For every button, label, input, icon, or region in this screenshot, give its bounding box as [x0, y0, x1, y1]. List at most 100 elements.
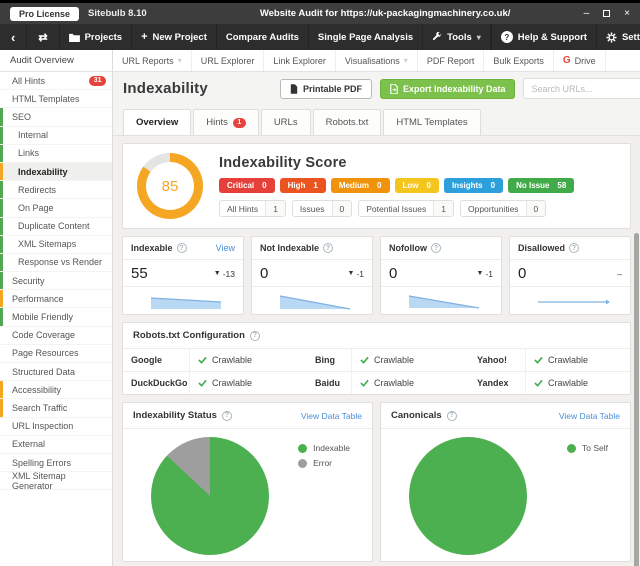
sidebar-item-xml-sitemaps[interactable]: XML Sitemaps	[0, 235, 112, 254]
pill-opportunities[interactable]: Opportunities 0	[459, 200, 547, 217]
view-data-table-link[interactable]: View Data Table	[559, 411, 620, 421]
bot-name: Yandex	[469, 371, 525, 394]
metric-change: ▼ -1	[476, 268, 494, 279]
minimize-button[interactable]: –	[584, 8, 590, 19]
search-input[interactable]	[531, 83, 640, 94]
nav-visualisations[interactable]: Visualisations ▾	[336, 50, 418, 71]
sidebar-item-all-hints[interactable]: All Hints 31	[0, 72, 112, 91]
toolbar-item-new-project[interactable]: + New Project	[132, 24, 217, 50]
metric-value: 55	[131, 265, 148, 282]
badge-low[interactable]: Low 0	[394, 178, 439, 193]
trend-down-icon: ▼	[213, 270, 221, 277]
sidebar-item-xml-sitemap-generator[interactable]: XML Sitemap Generator	[0, 471, 112, 491]
indexability-status-pie	[151, 437, 269, 555]
main-content: URL Reports ▾ URL Explorer Link Explorer …	[113, 50, 640, 566]
tab-urls[interactable]: URLs	[260, 109, 311, 135]
metric-card-nofollow: Nofollow? 0 ▼ -1	[380, 236, 502, 315]
app-window: Pro License Sitebulb 8.10 Website Audit …	[0, 0, 640, 566]
toolbar-item-compare-audits[interactable]: Compare Audits	[217, 24, 309, 50]
nav-url-reports[interactable]: URL Reports ▾	[113, 50, 192, 71]
badge-high[interactable]: High 1	[279, 178, 326, 193]
toolbar-item-tools[interactable]: Tools ▾	[423, 24, 491, 50]
sidebar-item-performance[interactable]: Performance	[0, 290, 112, 309]
toolbar-item-projects[interactable]: Projects	[60, 24, 133, 50]
indexability-status-card: Indexability Status? View Data Table Inde…	[122, 402, 373, 562]
nav-pdf-report[interactable]: PDF Report	[418, 50, 485, 71]
pill-all-hints[interactable]: All Hints 1	[219, 200, 286, 217]
badge-medium[interactable]: Medium 0	[330, 178, 390, 193]
chart-cards: Indexability Status? View Data Table Inde…	[122, 402, 631, 562]
tab-html-templates[interactable]: HTML Templates	[383, 109, 481, 135]
help-icon: ?	[500, 31, 513, 43]
sidebar-item-page-resources[interactable]: Page Resources	[0, 345, 112, 363]
sidebar-item-duplicate-content[interactable]: Duplicate Content	[0, 217, 112, 236]
trend-down-icon: ▼	[476, 270, 484, 277]
sidebar-item-security[interactable]: Security	[0, 272, 112, 291]
sidebar-item-redirects[interactable]: Redirects	[0, 181, 112, 200]
back-button[interactable]: ‹	[0, 24, 28, 50]
hints-tab-badge: 1	[232, 117, 246, 128]
badge-insights[interactable]: Insights 0	[443, 178, 504, 193]
score-value: 85	[161, 177, 179, 195]
sidebar-item-url-inspection[interactable]: URL Inspection	[0, 418, 112, 436]
pill-issues[interactable]: Issues 0	[291, 200, 353, 217]
nav-bulk-exports[interactable]: Bulk Exports	[484, 50, 554, 71]
sidebar-item-internal[interactable]: Internal	[0, 126, 112, 145]
back-icon: ‹	[11, 29, 16, 45]
help-icon[interactable]: ?	[176, 243, 187, 253]
nav-google-drive[interactable]: G Drive	[554, 50, 606, 71]
bot-status: Crawlable	[189, 371, 307, 394]
sidebar-item-links[interactable]: Links	[0, 144, 112, 163]
help-icon[interactable]: ?	[431, 243, 441, 253]
metric-value: 0	[518, 265, 527, 282]
help-icon[interactable]: ?	[569, 243, 580, 253]
robots-grid: Google Crawlable Bing Crawlable Yahoo! C…	[123, 348, 630, 394]
toolbar-item-single-page-analysis[interactable]: Single Page Analysis	[309, 24, 424, 50]
switch-audit-button[interactable]: ⇄	[27, 24, 60, 50]
close-button[interactable]: ×	[624, 8, 630, 19]
help-icon[interactable]: ?	[221, 410, 232, 421]
chevron-down-icon: ▾	[403, 56, 408, 65]
sidebar-item-structured-data[interactable]: Structured Data	[0, 363, 112, 382]
view-data-table-link[interactable]: View Data Table	[301, 411, 362, 421]
help-icon[interactable]: ?	[323, 243, 334, 253]
sidebar-item-seo[interactable]: SEO	[0, 108, 112, 127]
sidebar: Audit Overview All Hints 31 HTML Template…	[0, 50, 113, 566]
tab-hints[interactable]: Hints 1	[193, 109, 259, 135]
sidebar-item-response-vs-render[interactable]: Response vs Render	[0, 253, 112, 273]
sidebar-item-mobile-friendly[interactable]: Mobile Friendly	[0, 308, 112, 327]
hint-count-pills: All Hints 1 Issues 0 Potential Issues 1 Opp…	[219, 200, 616, 217]
badge-critical[interactable]: Critical 0	[219, 178, 275, 193]
view-link[interactable]: View	[216, 243, 235, 253]
export-indexability-data-button[interactable]: Export Indexability Data	[379, 78, 516, 99]
vertical-scrollbar[interactable]	[634, 233, 639, 566]
report-nav: URL Reports ▾ URL Explorer Link Explorer …	[113, 50, 640, 72]
sidebar-item-indexability[interactable]: Indexability	[0, 162, 112, 182]
sidebar-item-accessibility[interactable]: Accessibility	[0, 381, 112, 400]
export-icon	[390, 83, 398, 94]
help-icon[interactable]: ?	[446, 410, 457, 421]
compare-arrows-icon: ⇄	[38, 31, 48, 44]
canonicals-card: Canonicals? View Data Table To Self	[380, 402, 631, 562]
nav-link-explorer[interactable]: Link Explorer	[264, 50, 336, 71]
trend-down-icon: ▼	[347, 270, 355, 277]
sidebar-item-external[interactable]: External	[0, 436, 112, 454]
tab-robots-txt[interactable]: Robots.txt	[312, 109, 382, 135]
badge-no-issue[interactable]: No Issue 58	[508, 178, 575, 193]
sidebar-item-code-coverage[interactable]: Code Coverage	[0, 327, 112, 345]
toolbar-item-settings[interactable]: Settings	[597, 24, 640, 50]
sidebar-item-on-page[interactable]: On Page	[0, 199, 112, 218]
printable-pdf-button[interactable]: Printable PDF	[279, 78, 372, 99]
sidebar-item-search-traffic[interactable]: Search Traffic	[0, 399, 112, 418]
toolbar-item-help-support[interactable]: ? Help & Support	[492, 24, 597, 50]
metric-cards: Indexable? View 55 ▼ -13 Not Indexable? 0 ▼ -…	[122, 236, 631, 315]
help-icon[interactable]: ?	[249, 330, 260, 341]
maximize-button[interactable]	[603, 10, 611, 17]
nav-url-explorer[interactable]: URL Explorer	[192, 50, 265, 71]
metric-value: 0	[389, 265, 398, 282]
chart-legend: To Self	[567, 443, 608, 561]
tab-overview[interactable]: Overview	[123, 109, 192, 135]
sidebar-item-html-templates[interactable]: HTML Templates	[0, 90, 112, 109]
sidebar-item-spelling-errors[interactable]: Spelling Errors	[0, 454, 112, 473]
pill-potential-issues[interactable]: Potential Issues 1	[358, 200, 454, 217]
